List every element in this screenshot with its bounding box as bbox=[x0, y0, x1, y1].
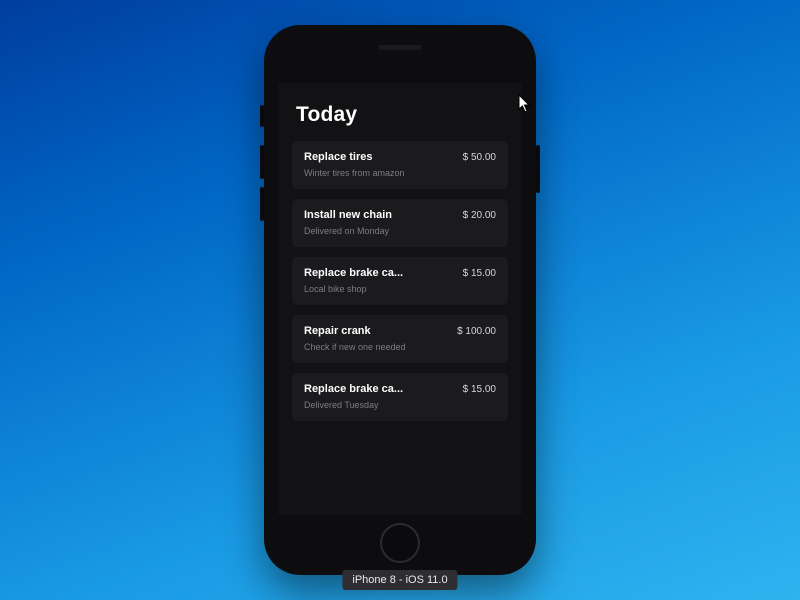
list-item[interactable]: Repair crank $ 100.00 Check if new one n… bbox=[292, 315, 508, 363]
item-title: Replace tires bbox=[304, 151, 372, 163]
item-subtitle: Delivered on Monday bbox=[304, 226, 496, 236]
screen[interactable]: Today Replace tires $ 50.00 Winter tires… bbox=[278, 83, 522, 515]
item-subtitle: Local bike shop bbox=[304, 284, 496, 294]
list-item[interactable]: Install new chain $ 20.00 Delivered on M… bbox=[292, 199, 508, 247]
item-price: $ 50.00 bbox=[463, 152, 496, 163]
speaker bbox=[378, 45, 422, 50]
item-title: Replace brake ca... bbox=[304, 267, 403, 279]
power-button bbox=[536, 145, 540, 193]
device-label: iPhone 8 - iOS 11.0 bbox=[342, 570, 457, 590]
item-price: $ 100.00 bbox=[457, 326, 496, 337]
item-price: $ 20.00 bbox=[463, 210, 496, 221]
item-price: $ 15.00 bbox=[463, 384, 496, 395]
item-title: Replace brake ca... bbox=[304, 383, 403, 395]
page-title: Today bbox=[296, 103, 508, 127]
item-title: Repair crank bbox=[304, 325, 371, 337]
device-frame: Today Replace tires $ 50.00 Winter tires… bbox=[264, 25, 536, 575]
list-item[interactable]: Replace brake ca... $ 15.00 Delivered Tu… bbox=[292, 373, 508, 421]
list-item[interactable]: Replace tires $ 50.00 Winter tires from … bbox=[292, 141, 508, 189]
mute-switch bbox=[260, 105, 264, 127]
volume-down-button bbox=[260, 187, 264, 221]
item-title: Install new chain bbox=[304, 209, 392, 221]
item-subtitle: Check if new one needed bbox=[304, 342, 496, 352]
home-button[interactable] bbox=[380, 523, 420, 563]
list-item[interactable]: Replace brake ca... $ 15.00 Local bike s… bbox=[292, 257, 508, 305]
item-subtitle: Delivered Tuesday bbox=[304, 400, 496, 410]
item-price: $ 15.00 bbox=[463, 268, 496, 279]
item-subtitle: Winter tires from amazon bbox=[304, 168, 496, 178]
volume-up-button bbox=[260, 145, 264, 179]
